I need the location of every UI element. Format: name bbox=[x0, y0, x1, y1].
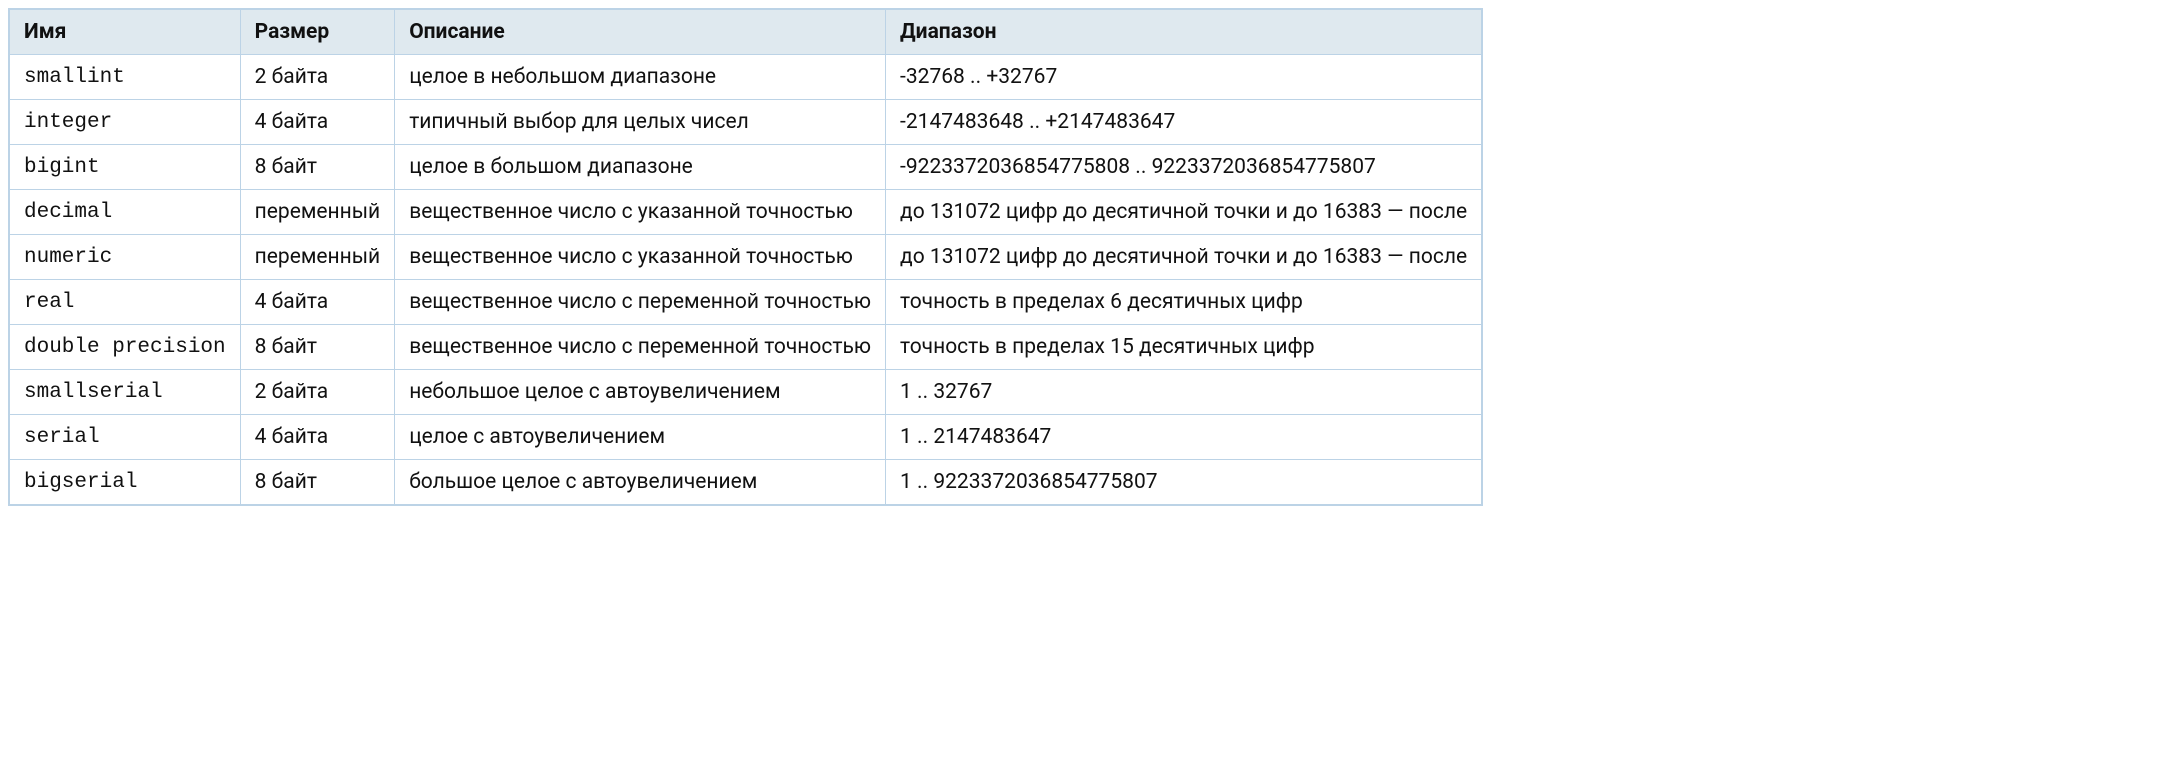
cell-size: 8 байт bbox=[240, 325, 395, 370]
table-row: numericпеременныйвещественное число с ук… bbox=[9, 235, 1482, 280]
cell-range: 1 .. 32767 bbox=[886, 370, 1483, 415]
cell-desc: целое в небольшом диапазоне bbox=[395, 55, 886, 100]
cell-size: 2 байта bbox=[240, 370, 395, 415]
cell-desc: большое целое с автоувеличением bbox=[395, 460, 886, 506]
table-row: decimalпеременныйвещественное число с ук… bbox=[9, 190, 1482, 235]
cell-range: до 131072 цифр до десятичной точки и до … bbox=[886, 235, 1483, 280]
cell-name: smallint bbox=[9, 55, 240, 100]
cell-size: 4 байта bbox=[240, 280, 395, 325]
cell-name: bigserial bbox=[9, 460, 240, 506]
cell-range: 1 .. 9223372036854775807 bbox=[886, 460, 1483, 506]
cell-desc: вещественное число с указанной точностью bbox=[395, 235, 886, 280]
cell-desc: небольшое целое с автоувеличением bbox=[395, 370, 886, 415]
cell-name: real bbox=[9, 280, 240, 325]
numeric-types-table: Имя Размер Описание Диапазон smallint2 б… bbox=[8, 8, 1483, 506]
cell-name: bigint bbox=[9, 145, 240, 190]
cell-size: 8 байт bbox=[240, 145, 395, 190]
cell-name: serial bbox=[9, 415, 240, 460]
cell-desc: типичный выбор для целых чисел bbox=[395, 100, 886, 145]
table-row: bigint8 байтцелое в большом диапазоне-92… bbox=[9, 145, 1482, 190]
cell-range: -9223372036854775808 .. 9223372036854775… bbox=[886, 145, 1483, 190]
cell-range: точность в пределах 6 десятичных цифр bbox=[886, 280, 1483, 325]
cell-range: -32768 .. +32767 bbox=[886, 55, 1483, 100]
col-header-name: Имя bbox=[9, 9, 240, 55]
cell-desc: целое с автоувеличением bbox=[395, 415, 886, 460]
cell-name: double precision bbox=[9, 325, 240, 370]
col-header-range: Диапазон bbox=[886, 9, 1483, 55]
table-row: smallint2 байтацелое в небольшом диапазо… bbox=[9, 55, 1482, 100]
cell-size: 4 байта bbox=[240, 415, 395, 460]
cell-size: 2 байта bbox=[240, 55, 395, 100]
col-header-size: Размер bbox=[240, 9, 395, 55]
cell-name: decimal bbox=[9, 190, 240, 235]
table-row: serial4 байтацелое с автоувеличением1 ..… bbox=[9, 415, 1482, 460]
cell-name: numeric bbox=[9, 235, 240, 280]
table-row: bigserial8 байтбольшое целое с автоувели… bbox=[9, 460, 1482, 506]
cell-range: 1 .. 2147483647 bbox=[886, 415, 1483, 460]
cell-size: переменный bbox=[240, 190, 395, 235]
cell-name: smallserial bbox=[9, 370, 240, 415]
cell-range: до 131072 цифр до десятичной точки и до … bbox=[886, 190, 1483, 235]
col-header-desc: Описание bbox=[395, 9, 886, 55]
cell-desc: вещественное число с переменной точность… bbox=[395, 325, 886, 370]
cell-desc: вещественное число с указанной точностью bbox=[395, 190, 886, 235]
table-row: real4 байтавещественное число с переменн… bbox=[9, 280, 1482, 325]
cell-range: -2147483648 .. +2147483647 bbox=[886, 100, 1483, 145]
table-row: smallserial2 байтанебольшое целое с авто… bbox=[9, 370, 1482, 415]
table-row: integer4 байтатипичный выбор для целых ч… bbox=[9, 100, 1482, 145]
cell-size: 4 байта bbox=[240, 100, 395, 145]
table-header-row: Имя Размер Описание Диапазон bbox=[9, 9, 1482, 55]
cell-name: integer bbox=[9, 100, 240, 145]
table-row: double precision8 байтвещественное число… bbox=[9, 325, 1482, 370]
cell-size: переменный bbox=[240, 235, 395, 280]
cell-desc: целое в большом диапазоне bbox=[395, 145, 886, 190]
cell-desc: вещественное число с переменной точность… bbox=[395, 280, 886, 325]
cell-size: 8 байт bbox=[240, 460, 395, 506]
cell-range: точность в пределах 15 десятичных цифр bbox=[886, 325, 1483, 370]
